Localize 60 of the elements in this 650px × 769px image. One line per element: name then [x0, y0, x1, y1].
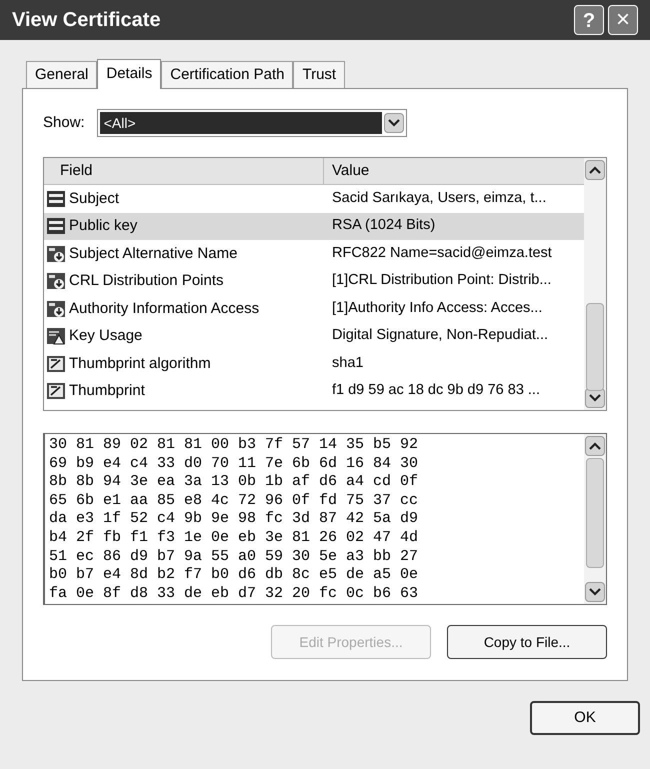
- document-icon: [46, 188, 66, 209]
- dropdown-button[interactable]: [384, 113, 404, 133]
- tab[interactable]: Details: [97, 59, 162, 89]
- field-name: Subject: [69, 188, 120, 208]
- column-header[interactable]: Value: [324, 158, 584, 184]
- scroll-thumb[interactable]: [586, 458, 604, 568]
- field-name: Thumbprint: [69, 381, 145, 401]
- field-value: [1]CRL Distribution Point: Distrib...: [331, 271, 552, 290]
- document-icon: [46, 216, 66, 236]
- field-value: Sacid Sarıkaya, Users, eimza, t...: [331, 188, 548, 208]
- show-dropdown[interactable]: <All>: [96, 109, 407, 137]
- hex-line: 30 81 89 02 81 81 00 b3 7f 57 14 35 b5 92: [49, 436, 420, 455]
- field-value: RSA (1024 Bits): [331, 216, 436, 236]
- show-label: Show:: [43, 112, 85, 133]
- help-button[interactable]: ?: [574, 5, 604, 35]
- scroll-down-button[interactable]: [585, 582, 605, 602]
- pencil-icon: [46, 354, 66, 374]
- field-value: [1]Authority Info Access: Acces...: [331, 298, 544, 318]
- close-button[interactable]: ×: [608, 5, 638, 35]
- pencil-icon: [46, 381, 66, 402]
- chevron-down-icon: [589, 588, 601, 596]
- chevron-up-icon: [589, 442, 601, 450]
- field-name: Key Usage: [69, 326, 142, 346]
- field-name: Thumbprint algorithm: [69, 354, 211, 374]
- chevron-down-icon: [589, 394, 601, 402]
- field-value: Digital Signature, Non-Repudiat...: [331, 326, 550, 346]
- ok-button[interactable]: OK: [530, 701, 640, 735]
- download-icon: [46, 244, 66, 264]
- hex-line: 51 ec 86 d9 b7 9a 55 a0 59 30 5e a3 bb 27: [49, 548, 420, 566]
- copy-to-file-button[interactable]: Copy to File...: [447, 625, 607, 659]
- hex-line: 65 6b e1 aa 85 e8 4c 72 96 0f fd 75 37 cc: [49, 492, 420, 510]
- column-header[interactable]: Field: [44, 158, 324, 184]
- download-icon: [46, 298, 66, 319]
- tab[interactable]: General: [26, 61, 98, 88]
- chevron-down-icon: [388, 119, 400, 127]
- tab[interactable]: Certification Path: [161, 61, 294, 88]
- hex-line: 69 b9 e4 c4 33 d0 70 11 7e 6b 6d 16 84 30: [49, 454, 420, 474]
- hex-line: da e3 1f 52 c4 9b 9e 98 fc 3d 87 42 5a d9: [49, 510, 420, 529]
- field-value: f1 d9 59 ac 18 dc 9b d9 76 83 ...: [331, 381, 541, 400]
- tab[interactable]: Trust: [293, 61, 346, 88]
- field-value: sha1: [331, 354, 364, 373]
- download-icon: [46, 271, 66, 292]
- chevron-up-icon: [589, 166, 601, 174]
- scrollbar[interactable]: [584, 158, 606, 410]
- hex-line: b4 2f fb f1 f3 1e 0e eb 3e 81 26 02 47 4d: [49, 528, 420, 548]
- scroll-up-button[interactable]: [585, 436, 605, 456]
- scrollbar[interactable]: [584, 434, 606, 604]
- warning-icon: [46, 326, 66, 346]
- list-row[interactable]: Public key RSA (1024 Bits): [44, 212, 584, 240]
- hex-line: fa 0e 8f d8 33 de eb d7 32 20 fc 0c b6 63: [49, 584, 420, 604]
- field-name: Subject Alternative Name: [69, 244, 238, 264]
- field-value: RFC822 Name=sacid@eimza.test: [331, 244, 553, 263]
- field-name: Authority Information Access: [69, 298, 260, 318]
- hex-line: b0 b7 e4 8d b2 f7 b0 d6 db 8c e5 de a5 0e: [49, 566, 420, 585]
- window-title: View Certificate: [12, 8, 162, 33]
- scroll-thumb[interactable]: [586, 303, 604, 391]
- field-name: Public key: [69, 216, 138, 236]
- field-name: CRL Distribution Points: [69, 271, 224, 291]
- scroll-up-button[interactable]: [585, 160, 605, 180]
- hex-line: 8b 8b 94 3e ea 3a 13 0b 1b af d6 a4 cd 0f: [49, 473, 420, 492]
